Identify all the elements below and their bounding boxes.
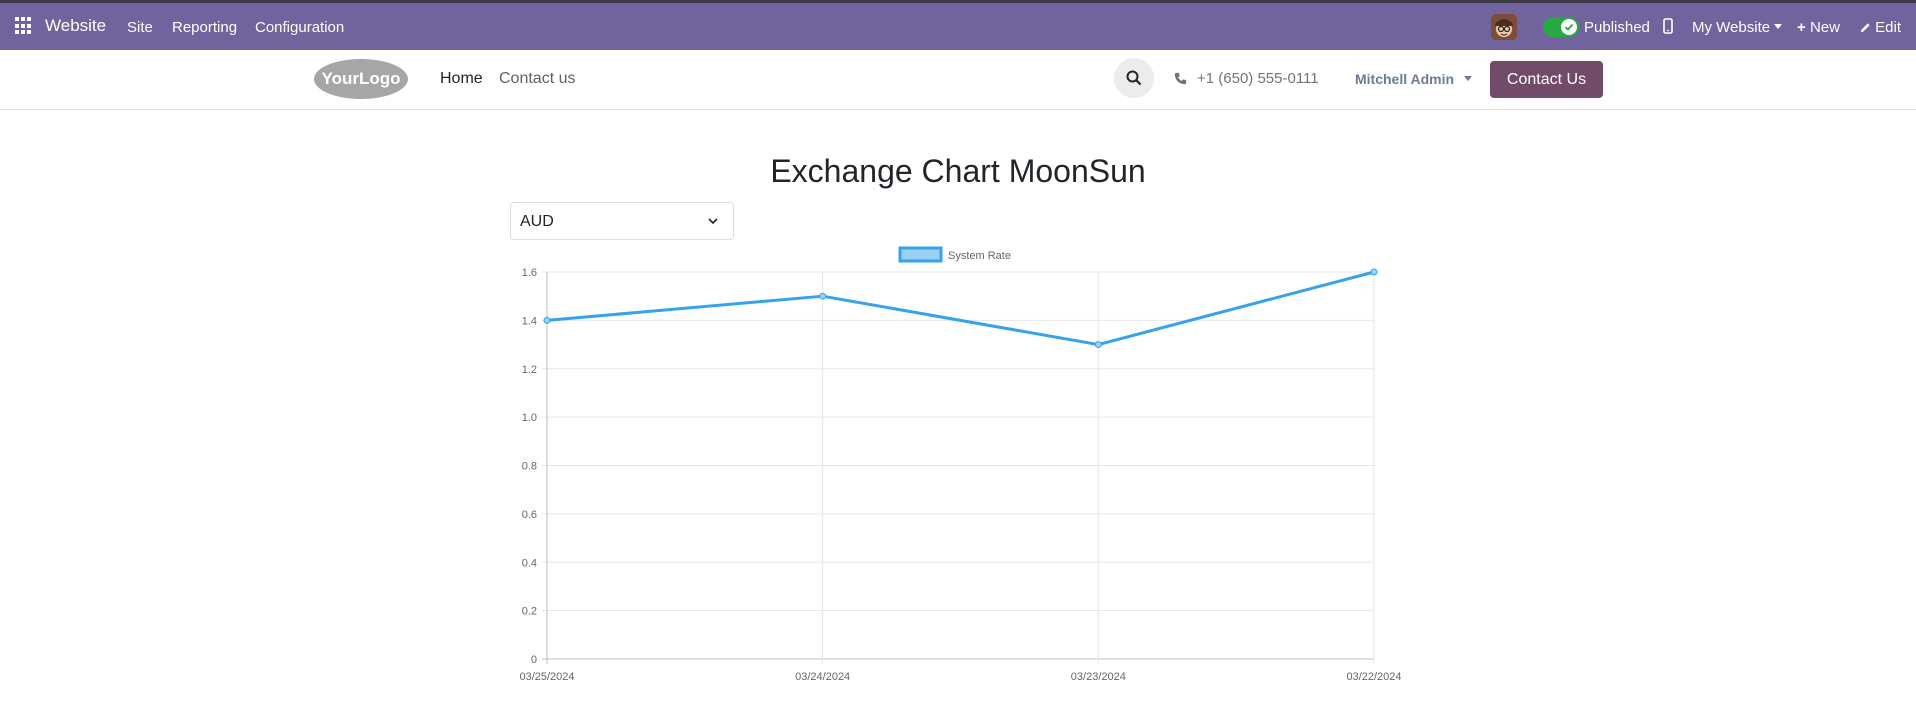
x-tick-label: 03/23/2024: [1071, 671, 1126, 683]
legend-label: System Rate: [948, 250, 1011, 262]
series-line: [546, 270, 1375, 347]
data-point: [1094, 341, 1102, 349]
y-tick-label: 1.2: [522, 364, 537, 376]
y-tick-label: 0.2: [522, 606, 537, 618]
y-tick-label: 1.6: [522, 267, 537, 279]
data-point: [543, 316, 551, 324]
x-tick-label: 03/22/2024: [1346, 671, 1401, 683]
y-tick-label: 0: [531, 654, 537, 666]
data-point: [1370, 268, 1378, 276]
y-tick-label: 0.8: [522, 461, 537, 473]
y-tick-label: 1.4: [522, 315, 537, 327]
data-point: [819, 292, 827, 300]
y-tick-label: 0.6: [522, 509, 537, 521]
x-tick-label: 03/24/2024: [795, 671, 850, 683]
x-tick-label: 03/25/2024: [519, 671, 574, 683]
y-tick-label: 0.4: [522, 557, 537, 569]
legend-swatch: [898, 246, 943, 263]
y-tick-label: 1.0: [522, 412, 537, 424]
exchange-rate-chart: 0 0.2 0.4 0.6 0.8 1.0 1.2 1.4 1.6 03/25/2024 03/24…: [519, 246, 1402, 683]
